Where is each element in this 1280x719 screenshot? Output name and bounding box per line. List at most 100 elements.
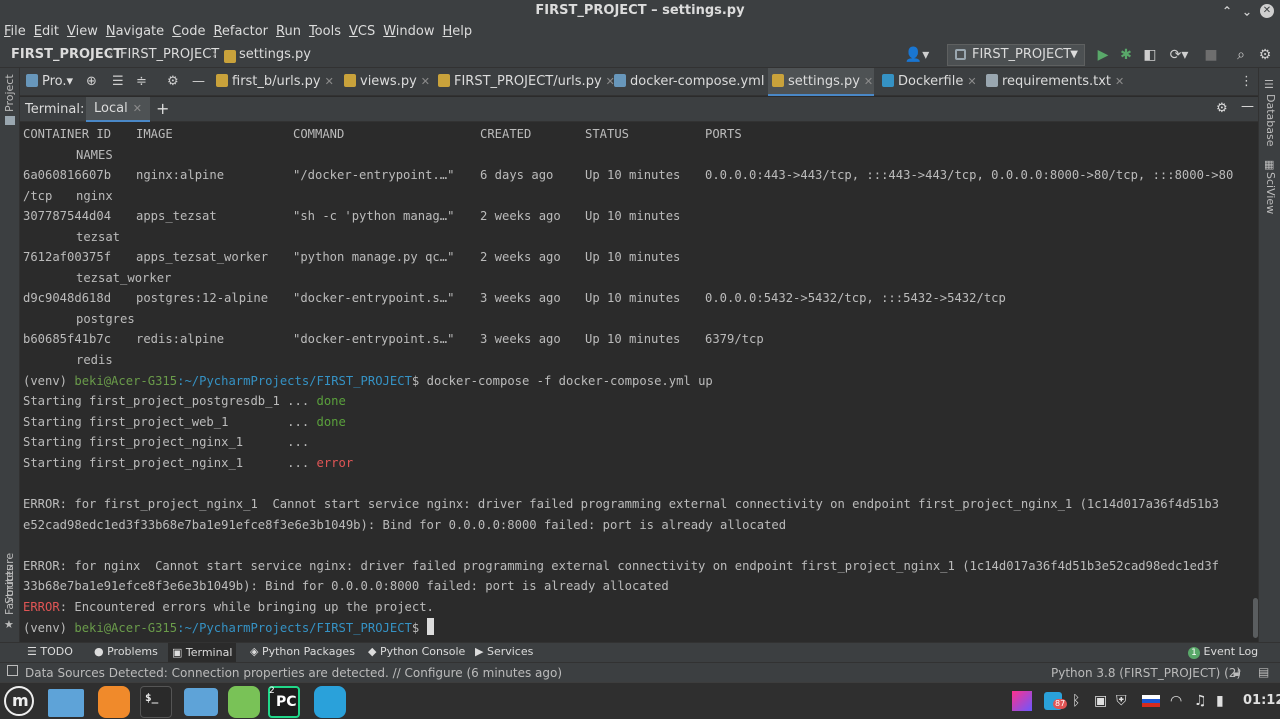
calculator-icon[interactable]: [228, 686, 260, 718]
problems-tool-button[interactable]: ● Problems: [94, 645, 158, 658]
pycharm-icon[interactable]: PC 2: [268, 686, 300, 718]
tab-first-b-urls[interactable]: first_b/urls.py ✕: [212, 68, 334, 96]
target-icon[interactable]: ⊕: [82, 68, 97, 96]
menu-file[interactable]: File: [0, 22, 30, 42]
database-tool-tab[interactable]: Database: [1264, 94, 1277, 147]
menu-tools[interactable]: Tools: [305, 22, 345, 42]
show-desktop-icon[interactable]: [48, 689, 84, 717]
telegram-icon[interactable]: [314, 686, 346, 718]
python-packages-tool-button[interactable]: ◈ Python Packages: [250, 645, 355, 658]
menu-edit[interactable]: Edit: [30, 22, 63, 42]
tool-window-bar: ☰ TODO ● Problems ▣ Terminal ◈ Python Pa…: [0, 642, 1280, 663]
col-container-id: CONTAINER ID: [23, 127, 112, 141]
error-line: ERROR: Encountered errors while bringing…: [23, 598, 434, 618]
tab-requirements[interactable]: requirements.txt ✕: [982, 68, 1124, 96]
minimize-icon[interactable]: ⌃: [1220, 4, 1234, 18]
menu-run[interactable]: Run: [272, 22, 305, 42]
favorites-tool-tab[interactable]: Favorites: [3, 565, 16, 615]
mint-menu-icon[interactable]: m: [4, 686, 34, 716]
prompt-user: beki@Acer-G315: [74, 374, 178, 388]
close-tab-icon[interactable]: ✕: [325, 75, 334, 88]
close-tab-icon[interactable]: ✕: [133, 102, 142, 115]
close-tab-icon[interactable]: ✕: [1115, 75, 1124, 88]
collapse-all-icon[interactable]: ≑: [132, 68, 147, 96]
coverage-icon[interactable]: ◧: [1141, 46, 1159, 64]
breadcrumb-project[interactable]: FIRST_PROJECT: [11, 47, 122, 62]
menu-view[interactable]: View: [63, 22, 102, 42]
close-tab-icon[interactable]: ✕: [421, 75, 430, 88]
expand-all-icon[interactable]: ☰: [108, 68, 124, 96]
files-icon[interactable]: [184, 688, 218, 716]
tab-views[interactable]: views.py ✕: [340, 68, 430, 96]
gear-icon[interactable]: ⚙: [1216, 101, 1228, 116]
terminal-output[interactable]: CONTAINER ID IMAGE COMMAND CREATED STATUS POR…: [20, 122, 1258, 642]
container-status: Up 10 minutes: [585, 168, 681, 182]
prompt-path: :~/PycharmProjects/FIRST_PROJECT: [177, 374, 412, 388]
hide-icon[interactable]: —: [188, 68, 205, 96]
stop-icon[interactable]: ■: [1202, 46, 1220, 64]
terminal-tool-button[interactable]: ▣ Terminal: [168, 643, 237, 663]
clock[interactable]: 01:12: [1243, 692, 1280, 710]
menu-code[interactable]: Code: [168, 22, 209, 42]
menu-navigate[interactable]: Navigate: [102, 22, 168, 42]
run-icon[interactable]: ▶: [1094, 46, 1112, 64]
hide-icon[interactable]: —: [1241, 99, 1254, 114]
tab-list-icon[interactable]: ⋮: [1236, 68, 1253, 96]
todo-tool-button[interactable]: ☰ TODO: [27, 645, 73, 658]
lock-icon[interactable]: 🔓︎: [1233, 665, 1241, 680]
maximize-icon[interactable]: ⌃: [1240, 4, 1254, 18]
breadcrumb-folder[interactable]: FIRST_PROJECT: [120, 47, 219, 62]
python-console-tool-button[interactable]: ◆ Python Console: [368, 645, 465, 658]
interpreter-selector[interactable]: Python 3.8 (FIRST_PROJECT) (2): [1051, 666, 1241, 680]
new-terminal-icon[interactable]: +: [156, 99, 169, 118]
col-names: NAMES: [76, 148, 113, 162]
search-icon[interactable]: ⌕: [1232, 46, 1250, 64]
tab-settings[interactable]: settings.py ✕: [768, 68, 874, 96]
prompt-path: :~/PycharmProjects/FIRST_PROJECT: [177, 621, 412, 635]
battery-icon[interactable]: ▮: [1216, 692, 1224, 710]
breadcrumb-file[interactable]: settings.py: [239, 47, 311, 62]
terminal-scrollbar[interactable]: [1253, 598, 1258, 638]
tool-label: Terminal: [185, 646, 233, 659]
bluetooth-icon[interactable]: ᛒ: [1072, 692, 1080, 710]
container-image: postgres:12-alpine: [136, 291, 269, 305]
menu-refactor[interactable]: Refactor: [209, 22, 272, 42]
gear-icon[interactable]: ⚙: [163, 68, 179, 96]
container-ports: 0.0.0.0:5432->5432/tcp, :::5432->5432/tc…: [705, 291, 1006, 305]
toggle-panels-icon[interactable]: [7, 665, 18, 676]
clipboard-icon[interactable]: ▣: [1094, 692, 1107, 710]
firefox-icon[interactable]: [98, 686, 130, 718]
terminal-app-icon[interactable]: $_: [140, 686, 172, 718]
tab-first-project-urls[interactable]: FIRST_PROJECT/urls.py ✕: [434, 68, 615, 96]
python-icon: ◆: [368, 645, 380, 658]
config-icon: [955, 49, 966, 60]
jetbrains-toolbox-icon[interactable]: [1012, 691, 1032, 711]
status-message[interactable]: Data Sources Detected: Connection proper…: [25, 666, 562, 680]
sciview-tool-tab[interactable]: SciView: [1264, 172, 1277, 214]
close-tab-icon[interactable]: ✕: [967, 75, 976, 88]
telegram-tray-icon[interactable]: 87: [1044, 692, 1068, 710]
event-log-button[interactable]: 1 Event Log: [1188, 645, 1258, 659]
user-icon[interactable]: 👤▾: [903, 46, 931, 64]
debug-icon[interactable]: ✱: [1117, 46, 1135, 64]
settings-icon[interactable]: ⚙: [1256, 46, 1274, 64]
memory-indicator-icon[interactable]: ▤: [1258, 665, 1269, 679]
menu-window[interactable]: Window: [379, 22, 438, 42]
tab-dockerfile[interactable]: Dockerfile ✕: [878, 68, 977, 96]
profile-icon[interactable]: ⟳▾: [1164, 46, 1194, 64]
project-view-tab[interactable]: Pro.▾: [22, 68, 86, 96]
menu-help[interactable]: Help: [439, 22, 477, 42]
menu-vcs[interactable]: VCS: [345, 22, 379, 42]
terminal-tab-local[interactable]: Local ✕: [86, 97, 150, 122]
tab-docker-compose[interactable]: docker-compose.yml✕: [610, 68, 778, 96]
project-tool-tab[interactable]: Project: [3, 74, 16, 112]
close-icon[interactable]: ✕: [1260, 4, 1274, 18]
container-status: Up 10 minutes: [585, 291, 681, 305]
keyboard-layout-icon[interactable]: [1142, 695, 1160, 707]
sound-icon[interactable]: ♫: [1194, 692, 1207, 710]
run-configuration-select[interactable]: FIRST_PROJECT ▼: [947, 44, 1085, 66]
shield-icon[interactable]: ⛨: [1116, 692, 1127, 710]
wifi-icon[interactable]: ◠: [1170, 692, 1182, 710]
services-tool-button[interactable]: ▶ Services: [475, 645, 533, 658]
close-tab-icon[interactable]: ✕: [864, 75, 873, 88]
